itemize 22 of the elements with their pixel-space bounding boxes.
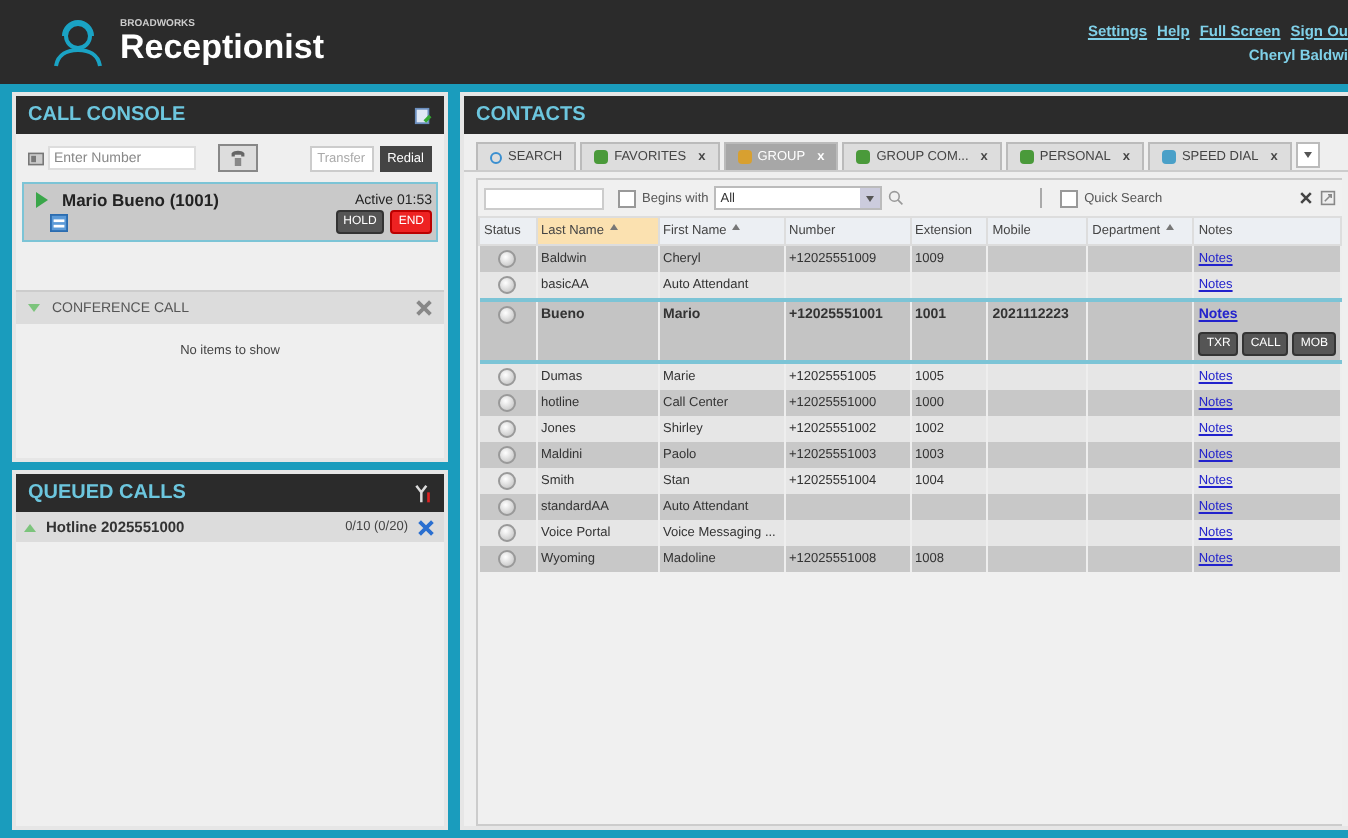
caller-name: Mario Bueno (1001): [62, 190, 219, 210]
panel-title: CALL CONSOLE: [28, 104, 186, 126]
close-icon[interactable]: [416, 300, 432, 316]
clear-icon[interactable]: [1298, 190, 1314, 206]
more-tabs-button[interactable]: [1295, 142, 1320, 168]
search-icon[interactable]: [888, 190, 905, 206]
panel-title: QUEUED CALLS: [28, 482, 186, 504]
window-icon[interactable]: [50, 213, 68, 231]
export-icon[interactable]: [1320, 190, 1336, 206]
close-icon[interactable]: [418, 519, 434, 535]
dialpad-button[interactable]: [218, 144, 258, 172]
phone-icon: [230, 148, 246, 168]
checkbox[interactable]: [1060, 189, 1079, 207]
headset-person-icon: [52, 16, 104, 68]
search-field[interactable]: [484, 187, 604, 209]
panel-title: CONTACTS: [476, 104, 586, 126]
notepad-icon[interactable]: [414, 105, 432, 125]
brand-title: Receptionist: [120, 30, 325, 64]
caret-icon: [1303, 152, 1312, 158]
contact-card-icon: [28, 151, 44, 165]
filter-icon[interactable]: [414, 483, 432, 503]
checkbox[interactable]: [618, 189, 636, 207]
